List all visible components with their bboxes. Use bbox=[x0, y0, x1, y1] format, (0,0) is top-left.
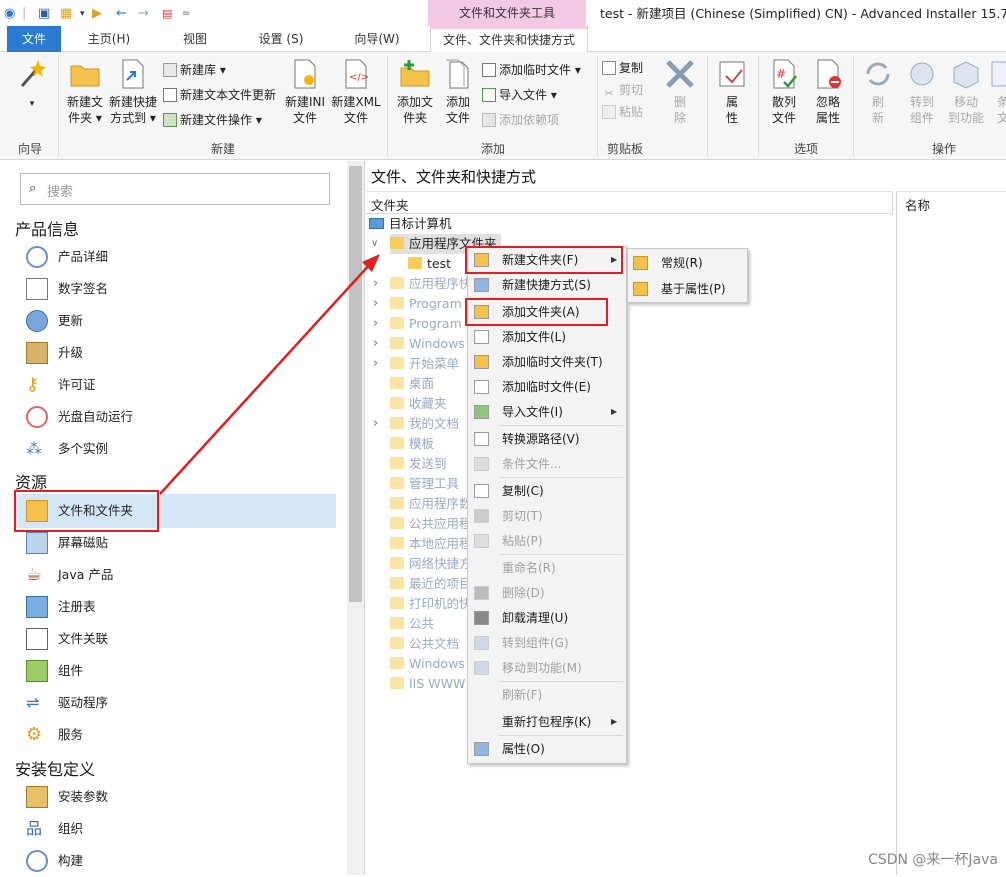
annotation-arrow bbox=[159, 254, 380, 495]
watermark: CSDN @来一杯Java bbox=[868, 852, 998, 868]
